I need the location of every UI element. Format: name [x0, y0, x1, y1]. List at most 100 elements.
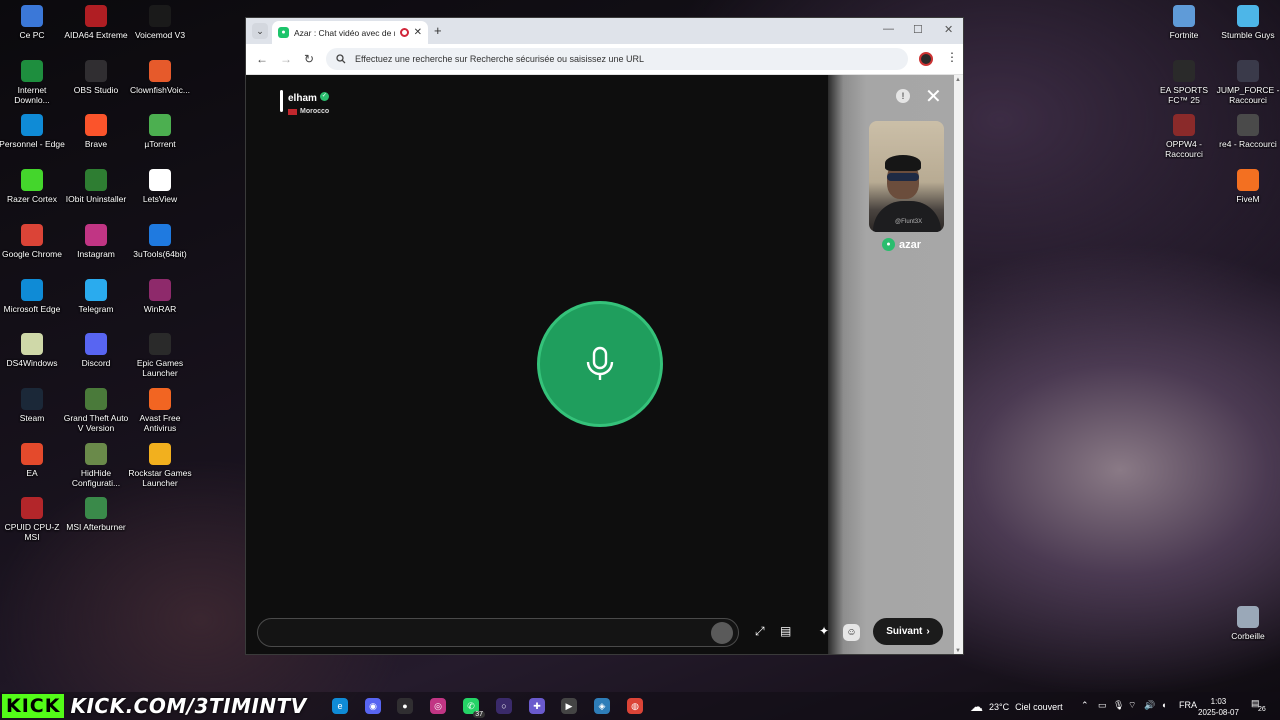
taskbar-gamepad-icon[interactable]: ✚	[529, 698, 545, 714]
desktop-shortcut[interactable]: AIDA64 Extreme	[63, 5, 129, 40]
desktop-shortcut[interactable]: LetsView	[127, 169, 193, 204]
desktop-shortcut[interactable]: re4 - Raccourci	[1215, 114, 1280, 149]
tab-search-button[interactable]: ⌄	[252, 23, 268, 39]
language-indicator[interactable]: FRA	[1179, 700, 1197, 710]
maximize-icon[interactable]: ☐	[913, 23, 923, 36]
scroll-up-icon[interactable]: ▲	[955, 77, 961, 83]
desktop-shortcut[interactable]: IObit Uninstaller	[63, 169, 129, 204]
taskbar-media-icon[interactable]: ▶	[561, 698, 577, 714]
desktop-shortcut[interactable]: Fortnite	[1151, 5, 1217, 40]
weather-widget[interactable]: ☁ 23°C Ciel couvert	[970, 699, 1063, 715]
taskbar-discord-icon[interactable]: ◉	[365, 698, 381, 714]
desktop-shortcut[interactable]: ClownfishVoic...	[127, 59, 193, 95]
desktop-shortcut[interactable]: HidHide Configurati...	[63, 442, 129, 488]
menu-icon[interactable]: ⋮	[946, 50, 958, 64]
taskbar-whatsapp-icon[interactable]: ✆ 37	[463, 698, 485, 718]
desktop-shortcut[interactable]: EA	[0, 442, 65, 478]
desktop-shortcut[interactable]: Steam	[0, 387, 65, 423]
desktop-shortcut[interactable]: Microsoft Edge	[0, 278, 65, 314]
desktop-shortcut[interactable]: MSI Afterburner	[63, 497, 129, 532]
expand-icon[interactable]: ⤢	[755, 624, 765, 639]
azar-page: elham ✓ Morocco ! ✕ @FIunt3X ● azar ⤢ ▤ …	[246, 75, 956, 654]
taskbar-app-icon[interactable]: ○	[496, 698, 512, 714]
desktop-shortcut[interactable]: Instagram	[63, 223, 129, 259]
taskbar-obs-icon[interactable]: ●	[397, 698, 413, 714]
desktop-shortcut[interactable]: Internet Downlo...	[0, 59, 65, 105]
desktop-shortcut[interactable]: µTorrent	[127, 114, 193, 149]
desktop-shortcut[interactable]: OBS Studio	[63, 59, 129, 95]
tray-speaker-icon[interactable]: 🔊	[1144, 700, 1155, 711]
chat-input-box[interactable]	[257, 618, 739, 647]
desktop-shortcut[interactable]: Stumble Guys	[1215, 5, 1280, 40]
scroll-down-icon[interactable]: ▼	[955, 648, 961, 654]
chevron-right-icon: ›	[926, 626, 930, 637]
desktop-shortcut[interactable]: EA SPORTS FC™ 25 SHOWCASE	[1151, 60, 1217, 105]
desktop-shortcut[interactable]: WinRAR	[127, 278, 193, 314]
taskbar-edge-icon[interactable]: e	[332, 698, 348, 714]
desktop-shortcut-label: Instagram	[77, 248, 115, 259]
desktop-shortcut[interactable]: Personnel - Edge	[0, 114, 65, 149]
desktop-shortcut[interactable]: Brave	[63, 114, 129, 149]
taskbar-browser-icon[interactable]: ◈	[594, 698, 610, 714]
system-clock[interactable]: 1:03 2025-08-07	[1198, 696, 1239, 718]
instagram-icon	[85, 223, 107, 246]
desktop-shortcut[interactable]: Razer Cortex	[0, 169, 65, 204]
tray-chevron-up-icon[interactable]: ⌃	[1081, 700, 1089, 711]
epic-games-icon	[149, 333, 171, 356]
next-button[interactable]: Suivant ›	[873, 618, 943, 645]
desktop-shortcut[interactable]: Telegram	[63, 278, 129, 314]
back-icon[interactable]: ←	[256, 52, 268, 66]
tab-azar[interactable]: ● Azar : Chat vidéo avec de n ✕	[272, 21, 428, 44]
desktop-shortcut[interactable]: FiveM	[1215, 169, 1280, 204]
minimize-icon[interactable]: —	[883, 23, 894, 35]
desktop-shortcut[interactable]: CPUID CPU-Z MSI	[0, 497, 65, 542]
forward-icon[interactable]: →	[280, 52, 292, 66]
new-tab-button[interactable]: +	[434, 23, 442, 38]
desktop-shortcut[interactable]: Voicemod V3	[127, 5, 193, 40]
close-chat-icon[interactable]: ✕	[925, 84, 942, 109]
taskbar-instagram-icon[interactable]: ◎	[430, 698, 446, 714]
peer-country: Morocco	[300, 108, 330, 115]
desktop-shortcut[interactable]: Discord	[63, 333, 129, 368]
tray-device-icon[interactable]: ▭	[1098, 700, 1107, 711]
voice-call-mic-button[interactable]	[537, 301, 663, 427]
gta-icon	[85, 387, 107, 410]
send-button[interactable]	[711, 622, 733, 644]
desktop-shortcut-label: Personnel - Edge	[0, 139, 65, 150]
chat-input[interactable]	[258, 619, 698, 646]
layout-icon[interactable]: ▤	[780, 624, 791, 638]
self-body	[873, 201, 941, 232]
desktop-shortcut-label: 3uTools(64bit)	[133, 248, 187, 259]
tray-volume-icon[interactable]: ◖	[1161, 700, 1166, 710]
emoji-icon[interactable]: ☺	[843, 624, 860, 641]
desktop-shortcut[interactable]: OPPW4 - Raccourci	[1151, 114, 1217, 159]
desktop-shortcut[interactable]: Corbeille	[1215, 606, 1280, 641]
effects-sparkle-icon[interactable]: ✦	[819, 624, 829, 638]
desktop-shortcut-label: re4 - Raccourci	[1219, 139, 1277, 149]
tray-wifi-icon[interactable]: ⌔	[1128, 700, 1136, 711]
desktop-shortcut[interactable]: Avast Free Antivirus	[127, 387, 193, 433]
desktop-shortcut[interactable]: JUMP_FORCE - Raccourci	[1215, 60, 1280, 105]
desktop-shortcut[interactable]: 3uTools(64bit)	[127, 223, 193, 259]
desktop-shortcut[interactable]: Epic Games Launcher	[127, 333, 193, 378]
reload-icon[interactable]: ↻	[304, 52, 314, 66]
recycle-bin-icon	[1237, 606, 1259, 628]
address-bar[interactable]: Effectuez une recherche sur Recherche sé…	[326, 48, 908, 70]
taskbar-chrome-icon[interactable]: ◍	[627, 698, 643, 714]
window-close-icon[interactable]: ✕	[944, 23, 953, 36]
report-icon[interactable]: !	[896, 89, 910, 103]
clock-date: 2025-08-07	[1198, 708, 1239, 717]
desktop-shortcut[interactable]: Google Chrome	[0, 223, 65, 259]
tab-close-icon[interactable]: ✕	[414, 27, 422, 38]
desktop-shortcut[interactable]: DS4Windows	[0, 333, 65, 368]
voicemod-icon	[149, 5, 171, 27]
browser-window: ⌄ ● Azar : Chat vidéo avec de n ✕ + — ☐ …	[245, 17, 964, 655]
desktop-shortcut[interactable]: Rockstar Games Launcher	[127, 442, 193, 488]
desktop-shortcut[interactable]: Grand Theft Auto V Version origin...	[63, 387, 129, 433]
scrollbar[interactable]: ▲ ▼	[954, 75, 963, 654]
tray-mic-icon[interactable]: 🎙	[1113, 700, 1124, 711]
desktop-shortcut[interactable]: Ce PC	[0, 5, 65, 40]
azar-favicon-icon: ●	[278, 27, 289, 38]
profile-avatar[interactable]	[919, 52, 933, 66]
desktop-shortcut-label: WinRAR	[143, 303, 177, 314]
